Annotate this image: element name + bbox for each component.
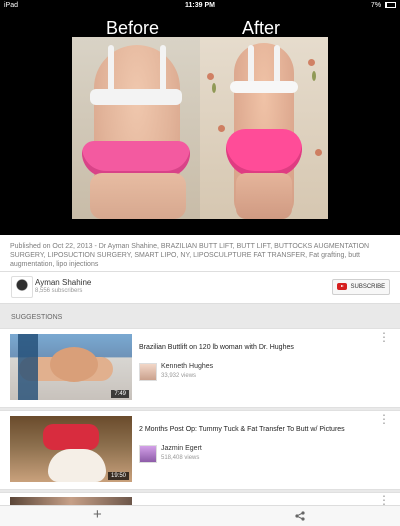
before-bra: [90, 89, 182, 105]
thumbnail-figure: [48, 449, 106, 482]
after-panty: [226, 129, 302, 177]
status-time: 11:39 PM: [185, 2, 215, 9]
video-thumbnail[interactable]: 7:49: [10, 334, 132, 400]
battery-text: 7%: [370, 2, 382, 9]
subscribe-button[interactable]: SUBSCRIBE: [332, 279, 390, 295]
description-text: Published on Oct 22, 2013 - Dr Ayman Sha…: [10, 243, 370, 268]
video-duration: 19:50: [107, 472, 129, 480]
thumbnail-figure: [50, 347, 98, 382]
flower-icon: [218, 125, 225, 132]
more-options-icon[interactable]: ⋮: [378, 413, 390, 425]
before-caption: Before: [106, 18, 160, 38]
suggestions-section: SUGGESTIONS 7:49 Brazilian Buttlift on 1…: [0, 304, 400, 508]
subscriber-count: 8,556 subscribers: [35, 288, 83, 294]
after-strap-right: [274, 45, 280, 85]
thumbnail-figure: [43, 424, 99, 450]
channel-name[interactable]: Ayman Shahine: [35, 278, 91, 287]
battery-icon: [385, 2, 396, 9]
video-title[interactable]: 2 Months Post Op: Tummy Tuck & Fat Trans…: [139, 426, 379, 434]
after-panel: [200, 37, 328, 219]
video-duration: 7:49: [111, 390, 129, 398]
suggestion-card[interactable]: 19:50 2 Months Post Op: Tummy Tuck & Fat…: [0, 410, 400, 490]
flower-icon: [207, 73, 214, 80]
after-bra: [230, 81, 298, 93]
add-icon[interactable]: +: [93, 507, 102, 523]
video-title[interactable]: Brazilian Buttlift on 120 lb woman with …: [139, 344, 379, 352]
channel-card: Ayman Shahine 8,556 subscribers SUBSCRIB…: [0, 272, 400, 304]
after-strap-left: [248, 45, 254, 85]
after-caption: After: [242, 18, 281, 38]
suggestion-card[interactable]: 7:49 Brazilian Buttlift on 120 lb woman …: [0, 328, 400, 408]
view-count: 33,932 views: [161, 373, 197, 379]
before-strap-left: [108, 45, 114, 93]
thumbnail-figure: [18, 334, 38, 400]
video-thumbnail[interactable]: 19:50: [10, 416, 132, 482]
battery-status: 7%: [371, 0, 396, 11]
subscribe-label: SUBSCRIBE: [350, 284, 386, 290]
before-panel: [72, 37, 200, 219]
share-icon[interactable]: [294, 510, 306, 522]
author-name[interactable]: Kenneth Hughes: [161, 363, 213, 370]
before-panty: [82, 141, 190, 177]
bottom-toolbar: +: [0, 505, 400, 526]
before-legs: [90, 173, 186, 219]
more-options-icon[interactable]: ⋮: [378, 331, 390, 343]
video-player[interactable]: Before After: [0, 11, 400, 235]
author-avatar[interactable]: [139, 445, 157, 463]
author-name[interactable]: Jazmin Egert: [161, 445, 202, 452]
after-legs: [236, 173, 292, 219]
flower-icon: [308, 59, 315, 66]
view-count: 518,408 views: [161, 455, 200, 461]
channel-avatar[interactable]: [11, 276, 33, 298]
leaf-icon: [312, 71, 316, 81]
status-bar: iPad 11:39 PM 7%: [0, 0, 400, 11]
youtube-icon: [336, 282, 347, 290]
author-avatar[interactable]: [139, 363, 157, 381]
video-description[interactable]: Published on Oct 22, 2013 - Dr Ayman Sha…: [0, 235, 400, 272]
video-frame[interactable]: [72, 37, 328, 219]
leaf-icon: [212, 83, 216, 93]
flower-icon: [315, 149, 322, 156]
suggestions-title: SUGGESTIONS: [11, 314, 63, 321]
before-strap-right: [160, 45, 166, 93]
